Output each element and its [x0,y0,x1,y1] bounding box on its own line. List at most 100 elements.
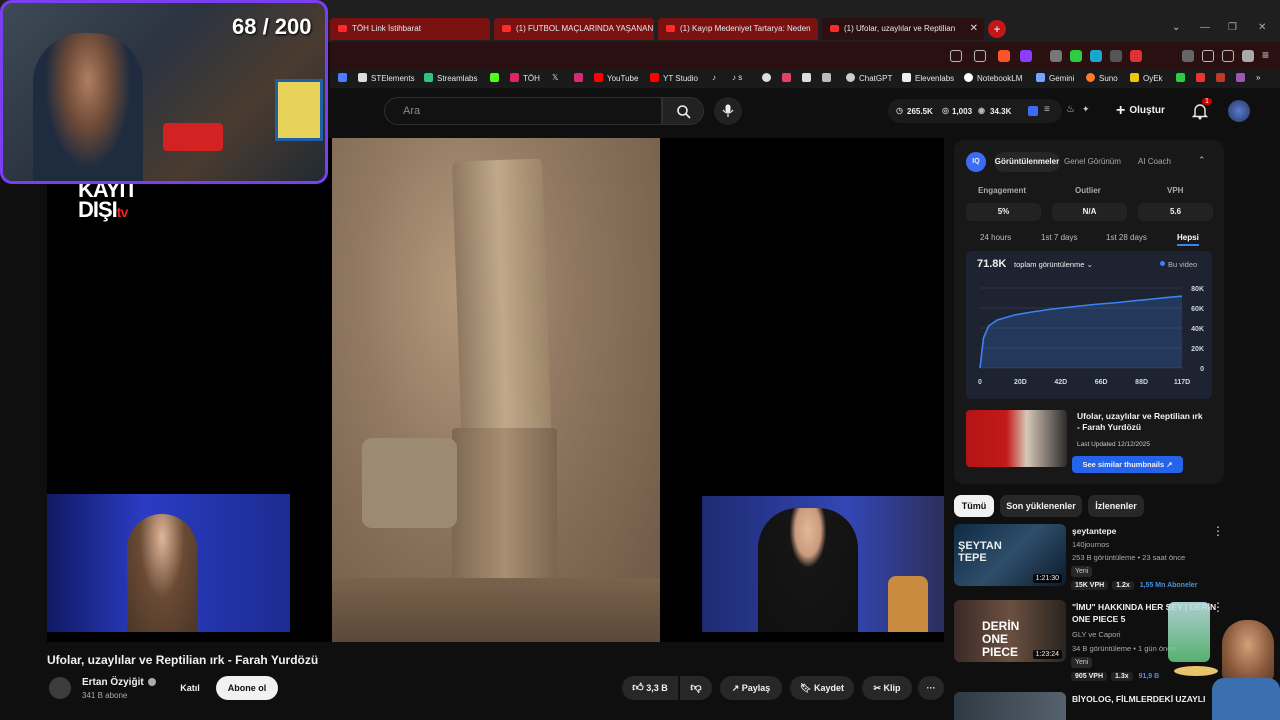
channel-name[interactable]: Ertan Özyiğit [82,677,157,688]
bookmark-item[interactable]: Elevenlabs [902,73,954,83]
range-all[interactable]: Hepsi [1177,233,1199,246]
vidiq-logo: IQ [966,152,986,172]
browser-tab[interactable]: TÖH Link İstihbarat [330,18,490,40]
video-thumbnail-small[interactable] [966,410,1067,467]
channel-name: GLY ve Capori [1072,630,1121,639]
bookmark-item[interactable]: YouTube [594,73,638,83]
dislike-button[interactable]: 👎︎ [680,676,712,700]
close-tab-icon[interactable]: ✕ [970,18,978,40]
subscribe-button[interactable]: Abone ol [216,676,278,700]
list-icon[interactable]: ≡ [1044,104,1050,115]
streamer-sticker [1168,598,1280,720]
metric-dropdown[interactable]: toplam görüntülenme ⌄ [1014,260,1093,269]
brave-shield-icon[interactable] [998,50,1010,62]
extension-icon[interactable] [1090,50,1102,62]
y-tick-label: 20K [1191,346,1204,353]
search-button[interactable] [662,97,704,125]
create-button[interactable]: + Oluştur [1116,98,1182,124]
chip-recent[interactable]: Son yüklenenler [1000,495,1082,517]
open-in-app-icon[interactable] [950,50,962,62]
bookmark-item[interactable]: Gemini [1036,73,1074,83]
vidiq-icon[interactable] [1028,106,1038,116]
youtube-favicon-icon [830,25,839,32]
bookmark-item[interactable]: OyEk [1130,73,1163,83]
clip-button[interactable]: ✂ Klip [862,676,912,700]
save-button[interactable]: 🔖︎ Kaydet [790,676,854,700]
bookmark-item[interactable]: ChatGPT [846,73,892,83]
extension-icon[interactable] [1070,50,1082,62]
tab-search-icon[interactable]: ⌄ [1172,22,1180,33]
browser-tab[interactable]: (1) Kayıp Medeniyet Tartarya: Neden [658,18,818,40]
channel-stats-pill[interactable]: ◷ 265.5K ◎ 1,003 ◉ 34.3K ≡ [888,99,1062,123]
range-28d[interactable]: 1st 28 days [1106,233,1147,242]
notifications-button[interactable]: 1 [1191,98,1212,122]
restore-icon[interactable]: ❐ [1228,22,1237,33]
range-24h[interactable]: 24 hours [980,233,1011,242]
menu-icon[interactable]: ≡ [1262,48,1269,62]
x-icon[interactable]: 𝕏 [552,73,558,82]
bookmark-item[interactable] [574,73,587,83]
extension-icon[interactable] [1130,50,1142,62]
collapse-chevron-icon[interactable]: ⌃ [1198,155,1206,166]
chip-watched[interactable]: İzlenenler [1088,495,1144,517]
search-input[interactable]: Ara [384,97,662,125]
bookmark-item[interactable] [1216,73,1229,83]
extensions-puzzle-icon[interactable] [1182,50,1194,62]
bookmark-item[interactable] [1176,73,1189,83]
bookmark-item[interactable] [782,73,795,83]
browser-tab[interactable]: (1) FUTBOL MAÇLARINDA YAŞANAN [494,18,654,40]
share-icon[interactable] [974,50,986,62]
close-window-icon[interactable]: ✕ [1258,22,1266,33]
share-button[interactable]: ↗ Paylaş [720,676,782,700]
bookmark-item[interactable] [762,73,775,83]
bookmark-item[interactable]: YT Studio [650,73,698,83]
voice-search-button[interactable] [714,97,742,125]
extension-icon[interactable] [1110,50,1122,62]
more-actions-button[interactable]: ··· [918,676,944,700]
leo-ai-icon[interactable] [1242,50,1254,62]
youtube-favicon-icon [502,25,511,32]
bookmark-item[interactable]: TÖH [510,73,540,83]
bookmark-item[interactable]: STElements [358,73,415,83]
tab-views[interactable]: Görüntülenmeler [994,152,1060,172]
video-thumbnail [954,692,1066,720]
bookmark-item[interactable] [490,73,503,83]
bookmark-item[interactable] [1196,73,1209,83]
tools-icon[interactable]: ♨ [1066,104,1075,115]
wallet-icon[interactable] [1222,50,1234,62]
bookmark-item[interactable]: ♪ s [732,73,742,82]
join-button[interactable]: Katıl [170,676,210,700]
bookmark-item[interactable]: Streamlabs [424,73,477,83]
vph-stat: 15K VPH 1.2x 1,55 Mn Aboneler [1071,581,1197,590]
guest-camera-right [702,496,944,632]
bookmark-item[interactable] [822,73,835,83]
bookmark-item[interactable]: Suno [1086,73,1118,83]
more-options-icon[interactable]: ⋮ [1212,524,1224,538]
tiktok-icon[interactable]: ♪ [712,73,716,82]
like-button[interactable]: 👍︎ 3,3 B [622,676,678,700]
thumbs-down-icon: 👎︎ [690,682,702,694]
chip-all[interactable]: Tümü [954,495,994,517]
x-tick-label: 66D [1095,379,1108,386]
bookmark-item[interactable] [802,73,815,83]
more-bookmarks-icon[interactable]: » [1256,73,1260,82]
channel-avatar[interactable] [49,677,71,699]
rewards-icon[interactable] [1020,50,1032,62]
engagement-label: Engagement [978,186,1027,195]
sidebar-icon[interactable] [1202,50,1214,62]
bookmark-item[interactable] [338,73,351,83]
see-similar-thumbnails-button[interactable]: See similar thumbnails ↗ [1072,456,1183,473]
avatar[interactable] [1228,100,1250,122]
bookmark-item[interactable]: NotebookLM [964,73,1022,83]
sparkle-icon[interactable]: ✦ [1082,104,1090,115]
extension-icon[interactable] [1050,50,1062,62]
browser-tab-active[interactable]: (1) Ufolar, uzaylılar ve Reptilian ı ✕ [822,18,984,40]
tab-overview[interactable]: Genel Görünüm [1064,157,1121,166]
youtube-favicon-icon [666,25,675,32]
engagement-value: 5% [966,203,1041,221]
bookmark-item[interactable] [1236,73,1249,83]
new-tab-button[interactable]: + [988,20,1006,38]
tab-ai-coach[interactable]: AI Coach [1138,157,1171,166]
minimize-icon[interactable]: — [1200,22,1210,33]
range-7d[interactable]: 1st 7 days [1041,233,1077,242]
